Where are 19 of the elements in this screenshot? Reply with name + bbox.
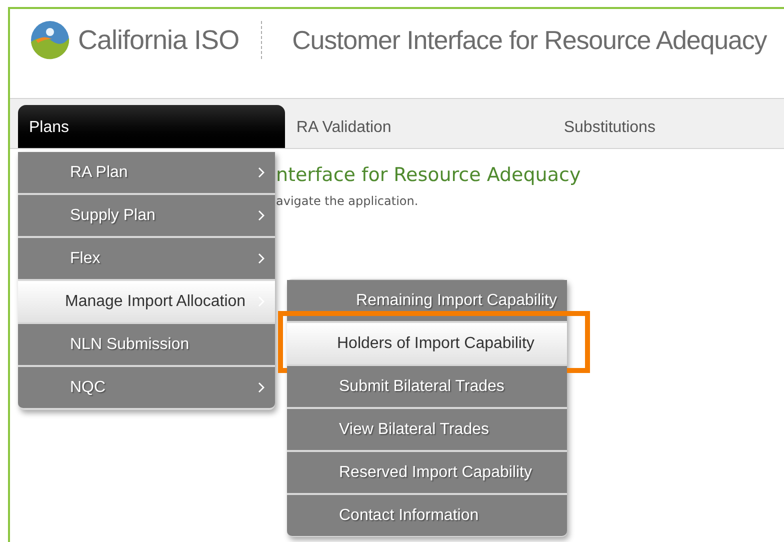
welcome-heading: nterface for Resource Adequacy <box>276 163 582 188</box>
nav-tab[interactable]: Substitutions <box>552 105 784 148</box>
nav-tab[interactable]: Plans <box>18 105 286 148</box>
menu-item[interactable]: Flex <box>18 238 275 279</box>
logo-text: California ISO <box>78 24 240 57</box>
submenu-item[interactable]: View Bilateral Trades <box>287 409 567 450</box>
menu-item[interactable]: Manage Import Allocation <box>18 281 275 322</box>
menu-item[interactable]: NLN Submission <box>18 324 275 365</box>
welcome-text: avigate the application. <box>276 192 420 210</box>
sun-hills-logo-icon <box>30 20 70 60</box>
menu-item[interactable]: RA Plan <box>18 152 275 193</box>
submenu-item[interactable]: Holders of Import Capability <box>287 323 567 364</box>
submenu-item[interactable]: Submit Bilateral Trades <box>287 366 567 407</box>
submenu-item[interactable]: Reserved Import Capability <box>287 452 567 493</box>
nav-tab[interactable]: RA Validation <box>285 105 553 148</box>
app-title: Customer Interface for Resource Adequacy <box>292 24 767 56</box>
submenu-item[interactable]: Contact Information <box>287 495 567 536</box>
menu-item[interactable]: Supply Plan <box>18 195 275 236</box>
menu-item[interactable]: NQC <box>18 367 275 408</box>
